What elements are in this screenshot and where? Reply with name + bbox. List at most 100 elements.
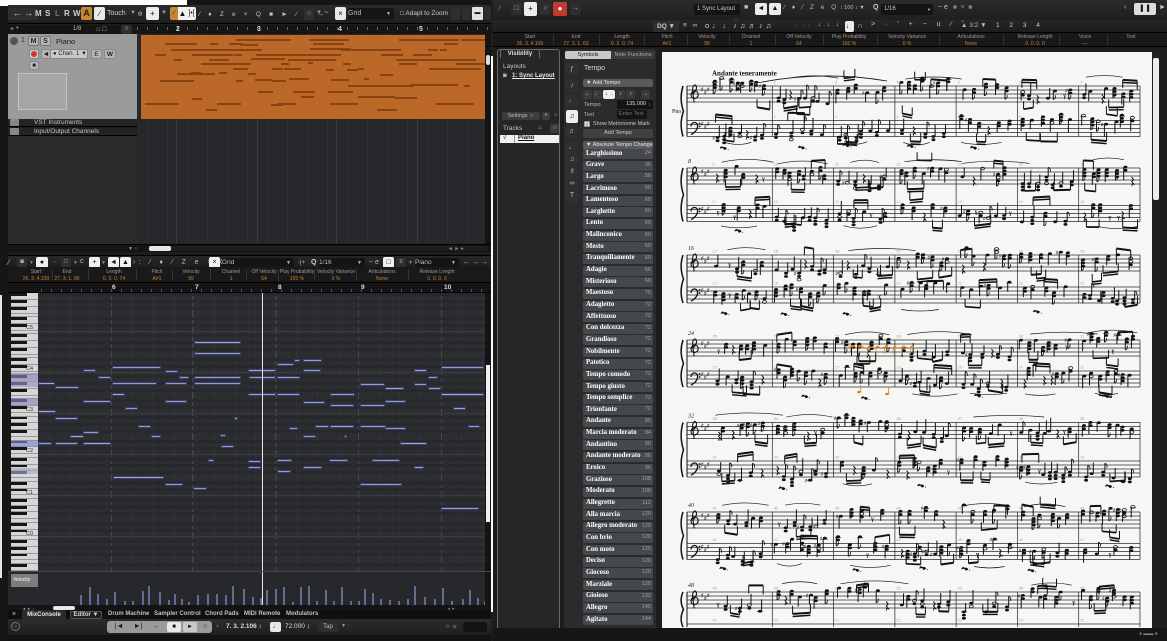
svg-text:♯: ♯ [707,169,710,175]
svg-text:♯: ♯ [707,87,710,93]
svg-text:γ: γ [1037,469,1041,475]
svg-text:γ: γ [1008,211,1012,217]
svg-text:♯: ♯ [707,207,710,213]
svg-text:♯: ♯ [1102,596,1105,602]
svg-text:♯: ♯ [921,549,924,555]
svg-text:γ: γ [732,214,736,220]
svg-text:8: 8 [688,159,691,165]
svg-text:γ: γ [761,177,765,183]
svg-text:♯: ♯ [758,421,761,427]
svg-text:2: 2 [774,81,776,85]
svg-text:♯: ♯ [735,606,738,612]
svg-text:♯: ♯ [707,256,710,262]
svg-text:35: 35 [835,456,839,460]
svg-text:♯: ♯ [942,257,945,263]
svg-text:45: 45 [958,538,962,542]
svg-text:9: 9 [713,163,715,167]
svg-text:♯: ♯ [1113,507,1116,513]
svg-text:γ: γ [1062,94,1066,100]
svg-text:Pno: Pno [672,109,681,115]
svg-text:γ: γ [1108,215,1112,221]
svg-text:γ: γ [1071,600,1075,606]
svg-text:16: 16 [688,246,694,252]
svg-text:33: 33 [713,456,717,460]
svg-text:41: 41 [713,507,717,511]
svg-text:19: 19 [835,250,839,254]
svg-text:15: 15 [1080,163,1084,167]
svg-text:♯: ♯ [910,381,913,387]
svg-text:♯: ♯ [1019,548,1022,554]
svg-text:γ: γ [777,522,781,528]
svg-text:41: 41 [713,538,717,542]
svg-text:♯: ♯ [782,542,785,548]
svg-text:18: 18 [774,250,778,254]
svg-text:37: 37 [958,417,962,421]
svg-text:♯: ♯ [805,478,808,484]
svg-text:γ: γ [869,213,873,219]
svg-text:12: 12 [896,200,900,204]
svg-text:♯: ♯ [984,283,987,289]
svg-text:♯: ♯ [927,166,930,172]
svg-text:♯: ♯ [737,423,740,429]
svg-text:42: 42 [774,507,778,511]
svg-text:♯: ♯ [821,471,824,477]
svg-text:♯: ♯ [836,514,839,520]
svg-text:♯: ♯ [1101,122,1104,128]
svg-text:♯: ♯ [956,545,959,551]
svg-text:♯: ♯ [1092,257,1095,263]
svg-text:♯: ♯ [965,352,968,358]
svg-text:46: 46 [1019,538,1023,542]
svg-text:2: 2 [774,115,776,119]
svg-text:γ: γ [870,517,874,523]
svg-text:♯: ♯ [983,216,986,222]
svg-text:20: 20 [896,282,900,286]
svg-text:10: 10 [774,200,778,204]
svg-text:34: 34 [774,456,778,460]
svg-text:♯: ♯ [1119,508,1122,514]
svg-text:♯: ♯ [993,172,996,178]
svg-text:38: 38 [1019,456,1023,460]
svg-text:44: 44 [896,538,900,542]
svg-text:♯: ♯ [707,122,710,128]
svg-text:♯: ♯ [882,544,885,550]
svg-text:γ: γ [974,210,978,216]
svg-text:♯: ♯ [927,255,930,261]
svg-text:γ: γ [1116,215,1120,221]
svg-text:30: 30 [1019,366,1023,370]
svg-text:47: 47 [1080,538,1084,542]
svg-text:52: 52 [896,619,900,623]
svg-text:44: 44 [896,507,900,511]
svg-text:32: 32 [687,414,694,420]
svg-text:39: 39 [1080,456,1084,460]
svg-text:γ: γ [727,292,731,298]
svg-text:28: 28 [896,366,900,370]
svg-text:50: 50 [774,587,778,591]
svg-text:52: 52 [896,587,900,591]
svg-text:31: 31 [1080,366,1084,370]
svg-text:6: 6 [1019,81,1021,85]
svg-text:♯: ♯ [796,287,799,293]
svg-text:49: 49 [713,619,717,623]
svg-text:30: 30 [1019,335,1023,339]
svg-text:13: 13 [958,163,962,167]
svg-text:31: 31 [1080,335,1084,339]
svg-text:γ: γ [1009,431,1013,437]
svg-text:4: 4 [896,115,898,119]
svg-text:46: 46 [1019,507,1023,511]
svg-text:♯: ♯ [707,462,710,468]
svg-text:♯: ♯ [1109,588,1112,594]
svg-text:♯: ♯ [1029,549,1032,555]
svg-text:γ: γ [716,348,720,354]
svg-text:49: 49 [713,587,717,591]
svg-text:45: 45 [958,507,962,511]
svg-text:54: 54 [1019,619,1023,623]
svg-text:♯: ♯ [707,513,710,519]
svg-text:29: 29 [958,366,962,370]
svg-text:♯: ♯ [794,96,797,102]
svg-text:♯: ♯ [707,372,710,378]
svg-text:12: 12 [896,163,900,167]
svg-text:23: 23 [1080,250,1084,254]
svg-text:15: 15 [1080,200,1084,204]
svg-text:36: 36 [896,417,900,421]
svg-text:39: 39 [1080,417,1084,421]
